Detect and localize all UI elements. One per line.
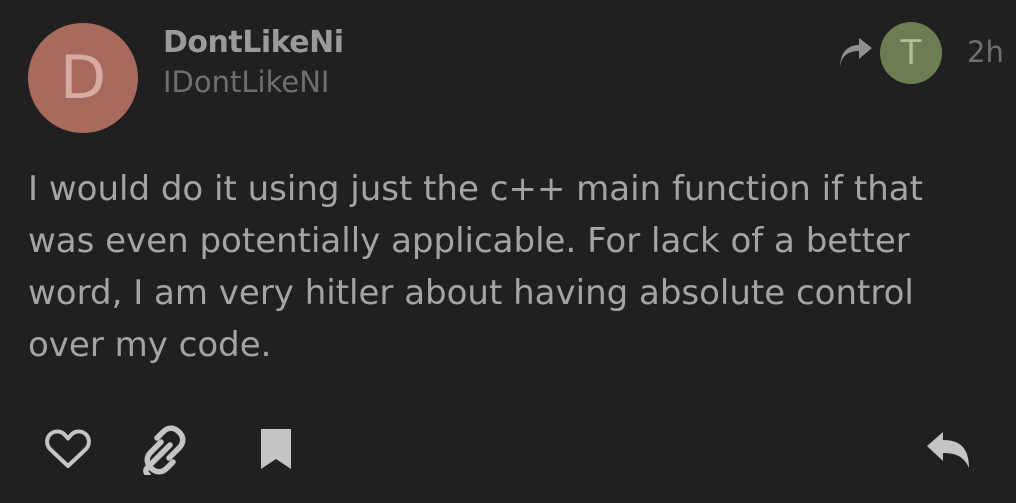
reply-to-arrow-icon (840, 38, 872, 68)
post-body: I would do it using just the c++ main fu… (28, 169, 923, 365)
heart-icon[interactable] (45, 429, 91, 469)
reply-to-avatar[interactable]: T (880, 22, 942, 84)
reply-icon[interactable] (925, 430, 973, 470)
post-card: D DontLikeNi IDontLikeNI T 2h I would do… (0, 0, 1016, 503)
author-avatar[interactable]: D (28, 23, 138, 133)
link-icon[interactable] (140, 425, 190, 475)
author-display-name[interactable]: DontLikeNi (163, 24, 344, 62)
post-timestamp[interactable]: 2h (967, 33, 1004, 71)
author-username[interactable]: IDontLikeNI (163, 63, 329, 101)
bookmark-icon[interactable] (259, 427, 293, 471)
